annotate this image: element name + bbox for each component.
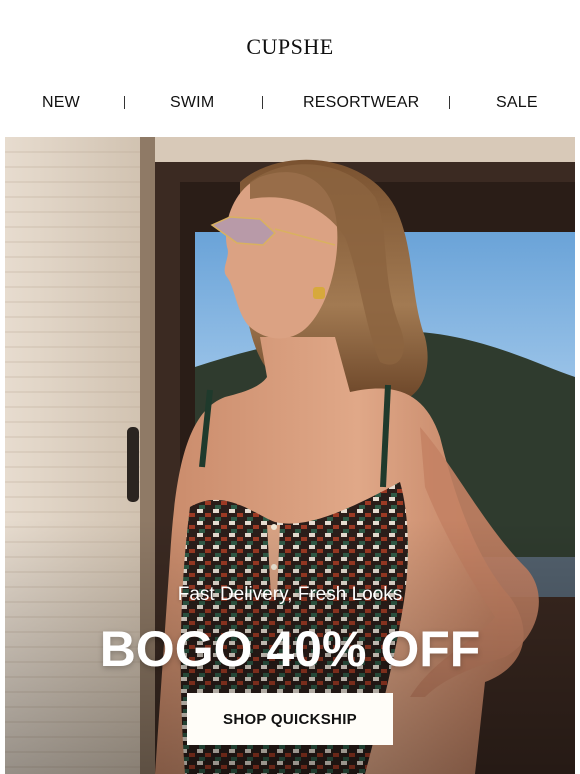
hero-photo	[5, 137, 575, 774]
nav-item-sale[interactable]: SALE	[496, 94, 538, 112]
email-page: CUPSHE NEW SWIM RESORTWEAR SALE Fast Del…	[0, 0, 580, 774]
hero-banner[interactable]: Fast Delivery, Fresh Looks BOGO 40% OFF …	[5, 137, 575, 774]
nav-divider	[124, 96, 125, 109]
brand-logo[interactable]: CUPSHE	[0, 34, 580, 60]
main-nav: NEW SWIM RESORTWEAR SALE	[0, 94, 580, 116]
hero-headline: BOGO 40% OFF	[99, 621, 481, 677]
hero-subheadline: Fast Delivery, Fresh Looks	[177, 584, 403, 605]
nav-item-resortwear[interactable]: RESORTWEAR	[303, 94, 419, 112]
nav-item-new[interactable]: NEW	[42, 94, 80, 112]
nav-divider	[449, 96, 450, 109]
nav-item-swim[interactable]: SWIM	[170, 94, 214, 112]
header: CUPSHE NEW SWIM RESORTWEAR SALE	[0, 0, 580, 137]
nav-divider	[262, 96, 263, 109]
shop-quickship-button[interactable]: SHOP QUICKSHIP	[187, 693, 393, 745]
